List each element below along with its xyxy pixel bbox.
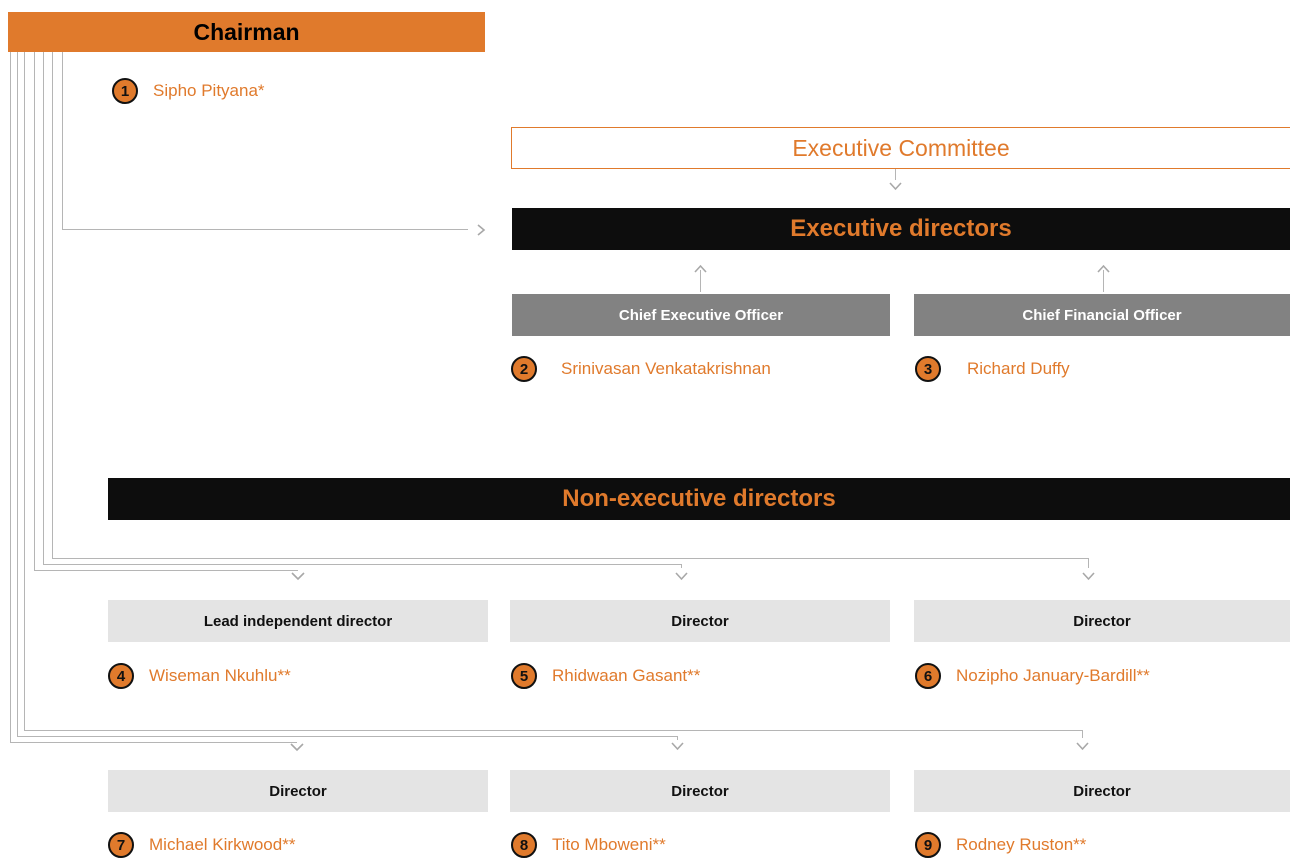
role-box: Lead independent director bbox=[108, 600, 488, 642]
role-label: Director bbox=[269, 782, 327, 800]
number-badge: 2 bbox=[511, 356, 537, 382]
executive-directors-title: Executive directors bbox=[790, 215, 1012, 242]
chairman-header: Chairman bbox=[8, 12, 485, 52]
director-name: Nozipho January-Bardill** bbox=[956, 666, 1150, 685]
role-box: Chief Financial Officer bbox=[914, 294, 1290, 336]
chevron-down-icon bbox=[889, 182, 902, 191]
role-box: Director bbox=[510, 600, 890, 642]
non-executive-directors-title: Non-executive directors bbox=[562, 485, 836, 512]
director-person: 8 Tito Mboweni** bbox=[511, 830, 666, 860]
chevron-down-icon bbox=[1082, 572, 1095, 581]
role-label: Director bbox=[1073, 782, 1131, 800]
executive-directors-header: Executive directors bbox=[512, 208, 1290, 250]
director-person: 2 Srinivasan Venkatakrishnan bbox=[511, 354, 771, 384]
role-label: Chief Financial Officer bbox=[1022, 306, 1182, 324]
chevron-right-icon bbox=[477, 224, 486, 236]
chevron-down-icon bbox=[671, 742, 684, 751]
role-box: Chief Executive Officer bbox=[512, 294, 890, 336]
number-badge: 3 bbox=[915, 356, 941, 382]
chevron-down-icon bbox=[291, 572, 305, 581]
director-name: Srinivasan Venkatakrishnan bbox=[561, 359, 771, 378]
director-person: 7 Michael Kirkwood** bbox=[108, 830, 295, 860]
director-person: 3 Richard Duffy bbox=[915, 354, 1070, 384]
chairman-person: 1 Sipho Pityana* bbox=[112, 76, 265, 106]
role-label: Director bbox=[1073, 612, 1131, 630]
director-person: 4 Wiseman Nkuhlu** bbox=[108, 661, 291, 691]
director-person: 9 Rodney Ruston** bbox=[915, 830, 1086, 860]
executive-committee-box: Executive Committee bbox=[511, 127, 1290, 169]
number-badge: 8 bbox=[511, 832, 537, 858]
chevron-down-icon bbox=[675, 572, 688, 581]
number-badge: 7 bbox=[108, 832, 134, 858]
non-executive-directors-header: Non-executive directors bbox=[108, 478, 1290, 520]
director-name: Wiseman Nkuhlu** bbox=[149, 666, 291, 685]
director-name: Michael Kirkwood** bbox=[149, 835, 296, 854]
number-badge: 4 bbox=[108, 663, 134, 689]
number-badge: 6 bbox=[915, 663, 941, 689]
executive-committee-label: Executive Committee bbox=[792, 134, 1010, 161]
chairman-title: Chairman bbox=[193, 18, 300, 45]
director-person: 5 Rhidwaan Gasant** bbox=[511, 661, 700, 691]
number-badge: 5 bbox=[511, 663, 537, 689]
role-label: Director bbox=[671, 612, 729, 630]
director-name: Tito Mboweni** bbox=[552, 835, 666, 854]
number-badge: 9 bbox=[915, 832, 941, 858]
role-box: Director bbox=[914, 770, 1290, 812]
number-badge: 1 bbox=[112, 78, 138, 104]
role-label: Director bbox=[671, 782, 729, 800]
chevron-down-icon bbox=[290, 743, 304, 752]
role-box: Director bbox=[108, 770, 488, 812]
director-person: 6 Nozipho January-Bardill** bbox=[915, 661, 1150, 691]
director-name: Rodney Ruston** bbox=[956, 835, 1087, 854]
role-label: Chief Executive Officer bbox=[618, 306, 784, 324]
role-box: Director bbox=[510, 770, 890, 812]
role-box: Director bbox=[914, 600, 1290, 642]
role-label: Lead independent director bbox=[203, 612, 393, 630]
chevron-down-icon bbox=[1076, 742, 1089, 751]
director-name: Rhidwaan Gasant** bbox=[552, 666, 701, 685]
chairman-name: Sipho Pityana* bbox=[153, 81, 265, 100]
director-name: Richard Duffy bbox=[967, 359, 1070, 378]
